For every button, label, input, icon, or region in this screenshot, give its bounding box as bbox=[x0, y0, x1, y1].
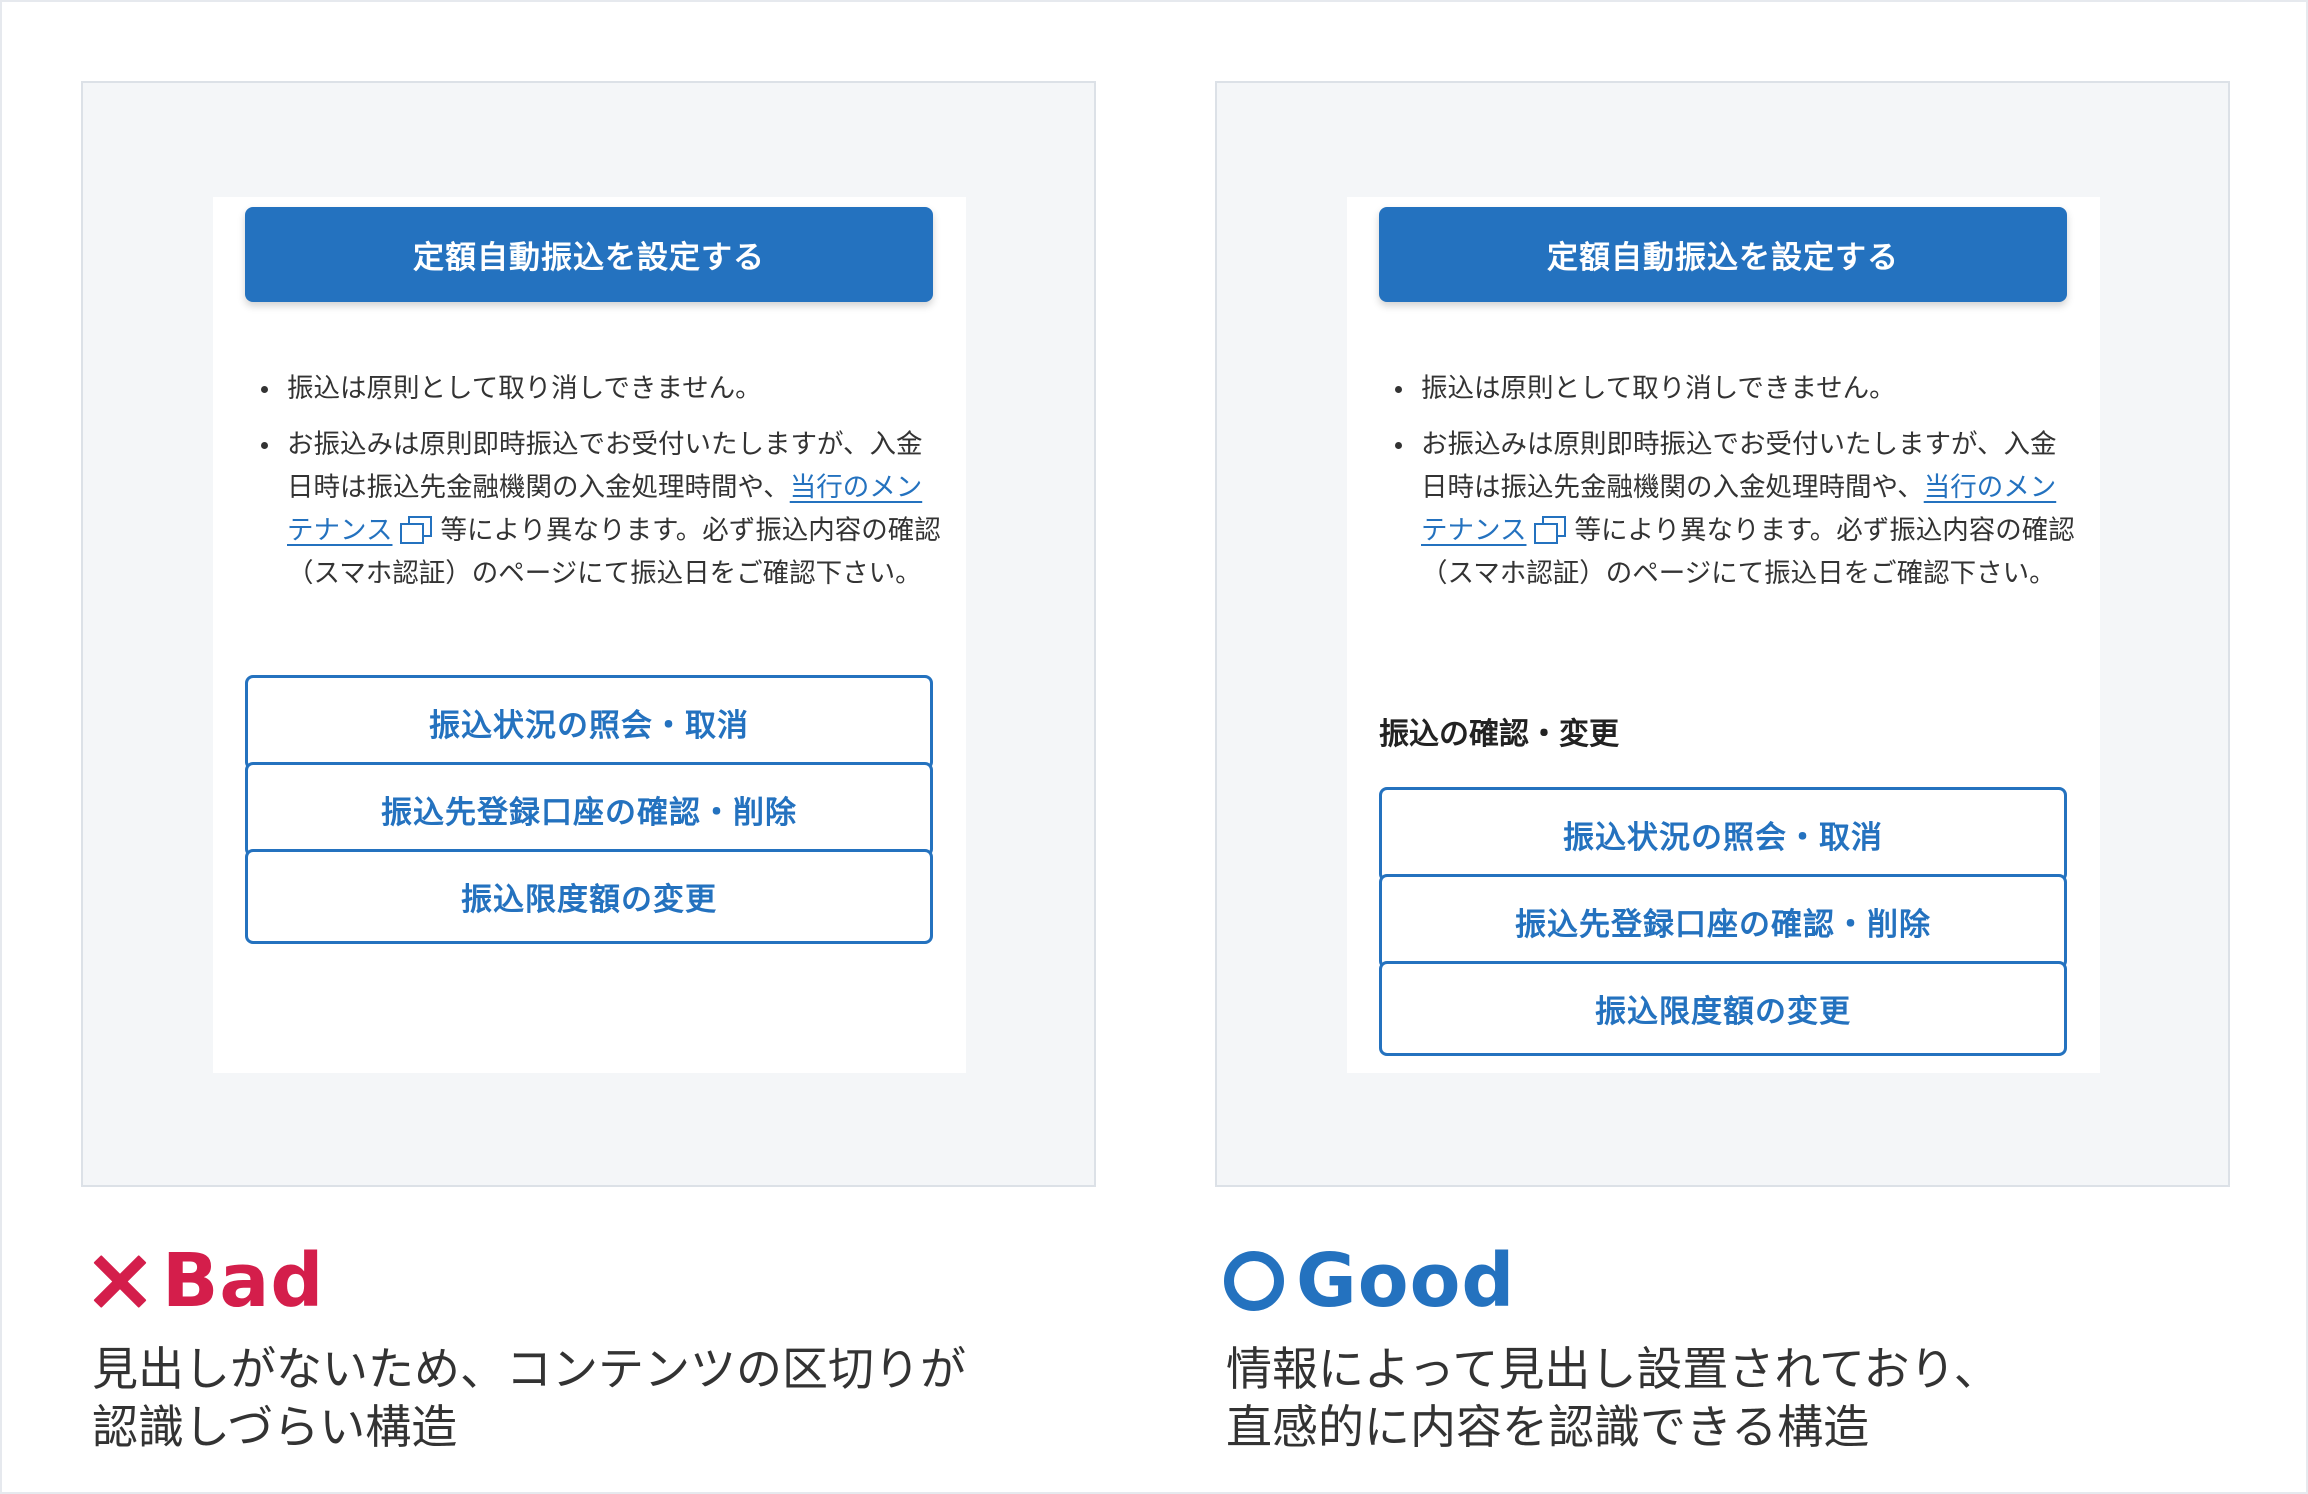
note-item: お振込みは原則即時振込でお受付いたしますが、入金日時は振込先金融機関の入金処理時… bbox=[257, 423, 947, 595]
note-item: 振込は原則として取り消しできません。 bbox=[257, 367, 947, 410]
bad-label: Bad bbox=[92, 1238, 324, 1324]
circle-icon bbox=[1224, 1251, 1284, 1311]
notes-list: 振込は原則として取り消しできません。 お振込みは原則即時振込でお受付いたしますが… bbox=[1391, 367, 2081, 608]
good-description-line: 直感的に内容を認識できる構造 bbox=[1226, 1400, 1870, 1454]
section-heading: 振込の確認・変更 bbox=[1379, 717, 1619, 752]
limit-change-button[interactable]: 振込限度額の変更 bbox=[245, 849, 933, 944]
good-label-text: Good bbox=[1296, 1238, 1516, 1324]
bad-description-line: 見出しがないため、コンテンツの区切りが bbox=[92, 1342, 966, 1396]
cross-icon bbox=[92, 1253, 148, 1309]
good-description: 情報によって見出し設置されており、 直感的に内容を認識できる構造 bbox=[1226, 1340, 2226, 1456]
bad-label-text: Bad bbox=[162, 1238, 325, 1324]
registered-accounts-button[interactable]: 振込先登録口座の確認・削除 bbox=[1379, 874, 2067, 969]
good-description-line: 情報によって見出し設置されており、 bbox=[1226, 1342, 2000, 1396]
note-item: 振込は原則として取り消しできません。 bbox=[1391, 367, 2081, 410]
good-phone-screen: 定額自動振込を設定する 振込は原則として取り消しできません。 お振込みは原則即時… bbox=[1347, 197, 2100, 1073]
notes-list: 振込は原則として取り消しできません。 お振込みは原則即時振込でお受付いたしますが… bbox=[257, 367, 947, 608]
note-item: お振込みは原則即時振込でお受付いたしますが、入金日時は振込先金融機関の入金処理時… bbox=[1391, 423, 2081, 595]
setup-auto-transfer-button[interactable]: 定額自動振込を設定する bbox=[245, 207, 933, 302]
bad-phone-screen: 定額自動振込を設定する 振込は原則として取り消しできません。 お振込みは原則即時… bbox=[213, 197, 966, 1073]
bad-description: 見出しがないため、コンテンツの区切りが 認識しづらい構造 bbox=[92, 1340, 1092, 1456]
comparison-figure: 定額自動振込を設定する 振込は原則として取り消しできません。 お振込みは原則即時… bbox=[0, 0, 2308, 1494]
transfer-inquiry-button[interactable]: 振込状況の照会・取消 bbox=[1379, 787, 2067, 882]
good-label: Good bbox=[1224, 1238, 1515, 1324]
bad-example-panel: 定額自動振込を設定する 振込は原則として取り消しできません。 お振込みは原則即時… bbox=[81, 81, 1096, 1187]
setup-auto-transfer-button[interactable]: 定額自動振込を設定する bbox=[1379, 207, 2067, 302]
external-link-icon[interactable] bbox=[400, 516, 433, 544]
limit-change-button[interactable]: 振込限度額の変更 bbox=[1379, 961, 2067, 1056]
bad-description-line: 認識しづらい構造 bbox=[92, 1400, 458, 1454]
registered-accounts-button[interactable]: 振込先登録口座の確認・削除 bbox=[245, 762, 933, 857]
good-example-panel: 定額自動振込を設定する 振込は原則として取り消しできません。 お振込みは原則即時… bbox=[1215, 81, 2230, 1187]
transfer-inquiry-button[interactable]: 振込状況の照会・取消 bbox=[245, 675, 933, 770]
external-link-icon[interactable] bbox=[1534, 516, 1567, 544]
